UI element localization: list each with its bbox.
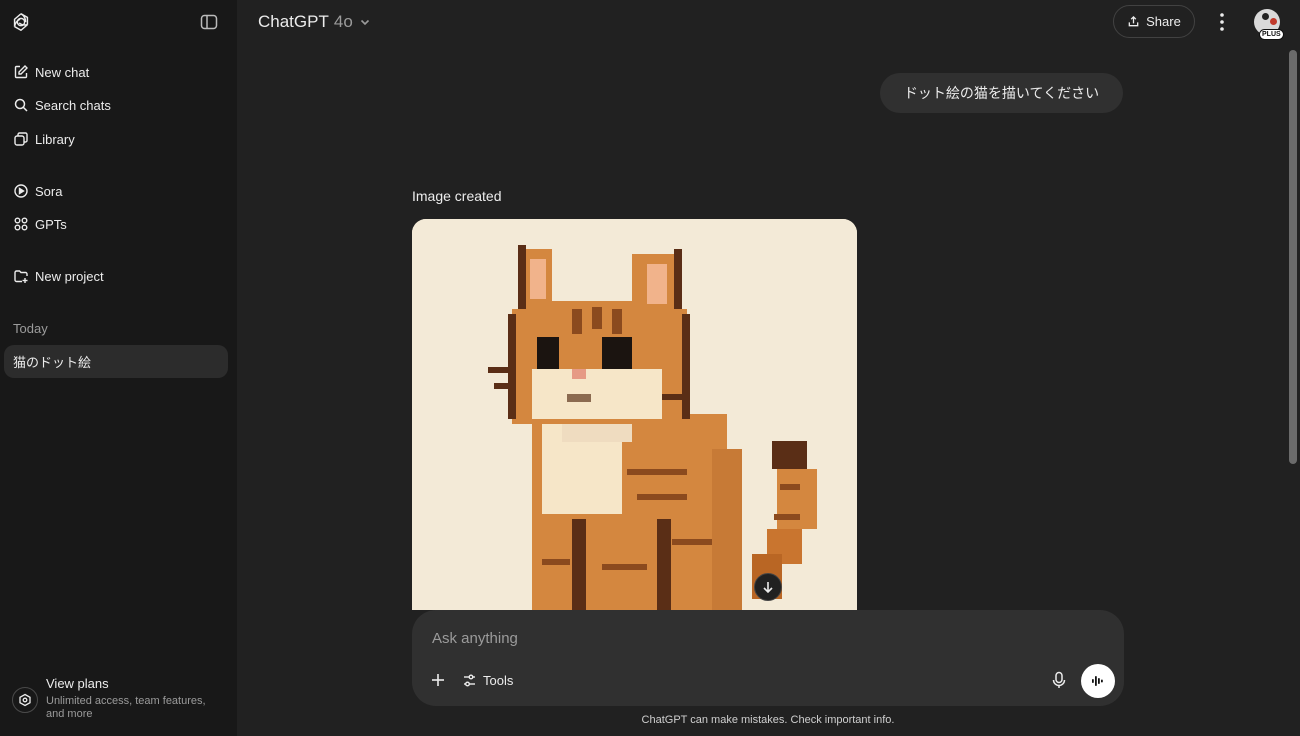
sidebar-toggle-icon[interactable] [199,12,219,32]
upgrade-icon [12,687,38,713]
scrollbar[interactable] [1289,50,1297,464]
prompt-input[interactable] [430,626,1054,650]
sidebar: New chat Search chats Library Sora GPTs … [0,0,237,736]
gpts-button[interactable]: GPTs [4,209,228,239]
tools-label: Tools [483,672,514,688]
search-chats-label: Search chats [35,97,111,113]
waveform-icon [1092,676,1103,686]
gpts-label: GPTs [35,216,67,232]
new-chat-label: New chat [35,64,90,80]
composer: Tools [412,610,1124,706]
chevron-down-icon [360,19,369,26]
sora-label: Sora [35,183,63,199]
new-project-button[interactable]: New project [4,261,228,291]
grid-icon [14,217,28,231]
tools-button[interactable]: Tools [462,669,513,691]
avatar-eye-right [1270,18,1277,25]
sora-button[interactable]: Sora [4,176,228,206]
new-chat-button[interactable]: New chat [4,57,228,87]
voice-mode-button[interactable] [1081,664,1115,698]
folder-plus-icon [14,270,28,283]
assistant-status-label: Image created [412,188,502,204]
share-label: Share [1146,14,1181,29]
avatar-eye-left [1262,13,1269,20]
model-selector[interactable]: ChatGPT 4o [258,12,372,32]
library-label: Library [35,131,75,147]
arrow-down-icon [763,582,773,594]
user-message-bubble: ドット絵の猫を描いてください [880,73,1123,113]
section-label-today: Today [13,321,48,336]
model-name: 4o [333,12,353,31]
user-message-text: ドット絵の猫を描いてください [903,86,1100,102]
new-project-label: New project [35,268,104,284]
library-button[interactable]: Library [4,124,228,154]
chat-history-item[interactable]: 猫のドット絵 [4,345,228,378]
share-icon [1128,15,1139,27]
disclaimer-text: ChatGPT can make mistakes. Check importa… [641,714,895,726]
view-plans-subtitle: Unlimited access, team features, and mor… [46,695,206,720]
app-title: ChatGPT [258,12,329,31]
microphone-icon[interactable] [1049,670,1069,690]
play-circle-icon [14,184,28,198]
plus-badge: PLUS [1259,29,1284,40]
scroll-down-button[interactable] [754,573,782,601]
library-icon [14,132,28,146]
pixel-cat-illustration [412,219,857,610]
chat-history-title: 猫のドット絵 [13,356,92,371]
more-options-icon[interactable] [1212,11,1232,33]
search-icon [14,98,28,112]
sliders-icon [464,674,475,686]
new-chat-icon [14,65,28,79]
openai-logo-icon[interactable] [10,11,32,33]
search-chats-button[interactable]: Search chats [4,90,228,120]
avatar[interactable]: PLUS [1254,9,1284,40]
plus-icon[interactable] [428,670,448,690]
view-plans-title: View plans [46,676,109,691]
generated-image[interactable] [412,219,857,610]
share-button[interactable]: Share [1113,5,1195,38]
